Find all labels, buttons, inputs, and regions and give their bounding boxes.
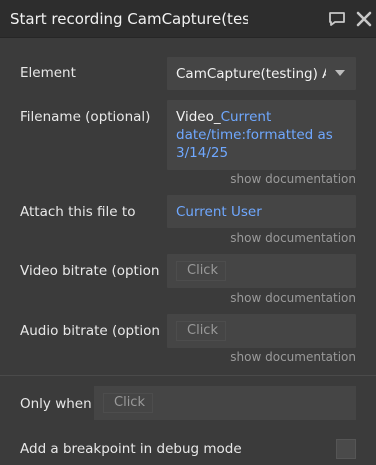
panel-title: Start recording CamCapture(testing) [10,10,248,28]
filename-field[interactable]: Video_Current date/time:formatted as 3/1… [167,100,356,170]
audio-bitrate-field[interactable]: Click [167,314,356,348]
only-when-label: Only when [20,396,92,412]
video-bitrate-label: Video bitrate (optiona [20,263,160,279]
video-bitrate-click-placeholder[interactable]: Click [176,261,226,281]
only-when-click-placeholder[interactable]: Click [103,393,153,413]
attach-field[interactable]: Current User [167,195,356,228]
filename-label: Filename (optional) [20,109,151,125]
video-bitrate-show-documentation-link[interactable]: show documentation [216,291,356,305]
close-icon[interactable] [354,10,374,28]
only-when-field[interactable]: Click [94,386,356,420]
video-bitrate-field[interactable]: Click [167,254,356,288]
comment-icon[interactable] [327,10,347,28]
attach-show-documentation-link[interactable]: show documentation [216,231,356,245]
audio-bitrate-label: Audio bitrate (optiona [20,323,160,339]
section-divider [0,375,376,376]
breakpoint-checkbox[interactable] [336,439,356,459]
filename-show-documentation-link[interactable]: show documentation [216,172,356,186]
element-label: Element [20,65,76,81]
element-dropdown[interactable]: CamCapture(testing) A [167,57,356,90]
attach-dynamic-expression[interactable]: Current User [176,203,262,221]
filename-static-text: Video_ [176,109,221,125]
breakpoint-label: Add a breakpoint in debug mode [20,441,242,457]
chevron-down-icon [335,70,345,76]
audio-bitrate-show-documentation-link[interactable]: show documentation [216,350,356,364]
titlebar: Start recording CamCapture(testing) [0,0,376,38]
attach-label: Attach this file to [20,204,136,220]
audio-bitrate-click-placeholder[interactable]: Click [176,321,226,341]
element-dropdown-value: CamCapture(testing) A [176,66,326,82]
